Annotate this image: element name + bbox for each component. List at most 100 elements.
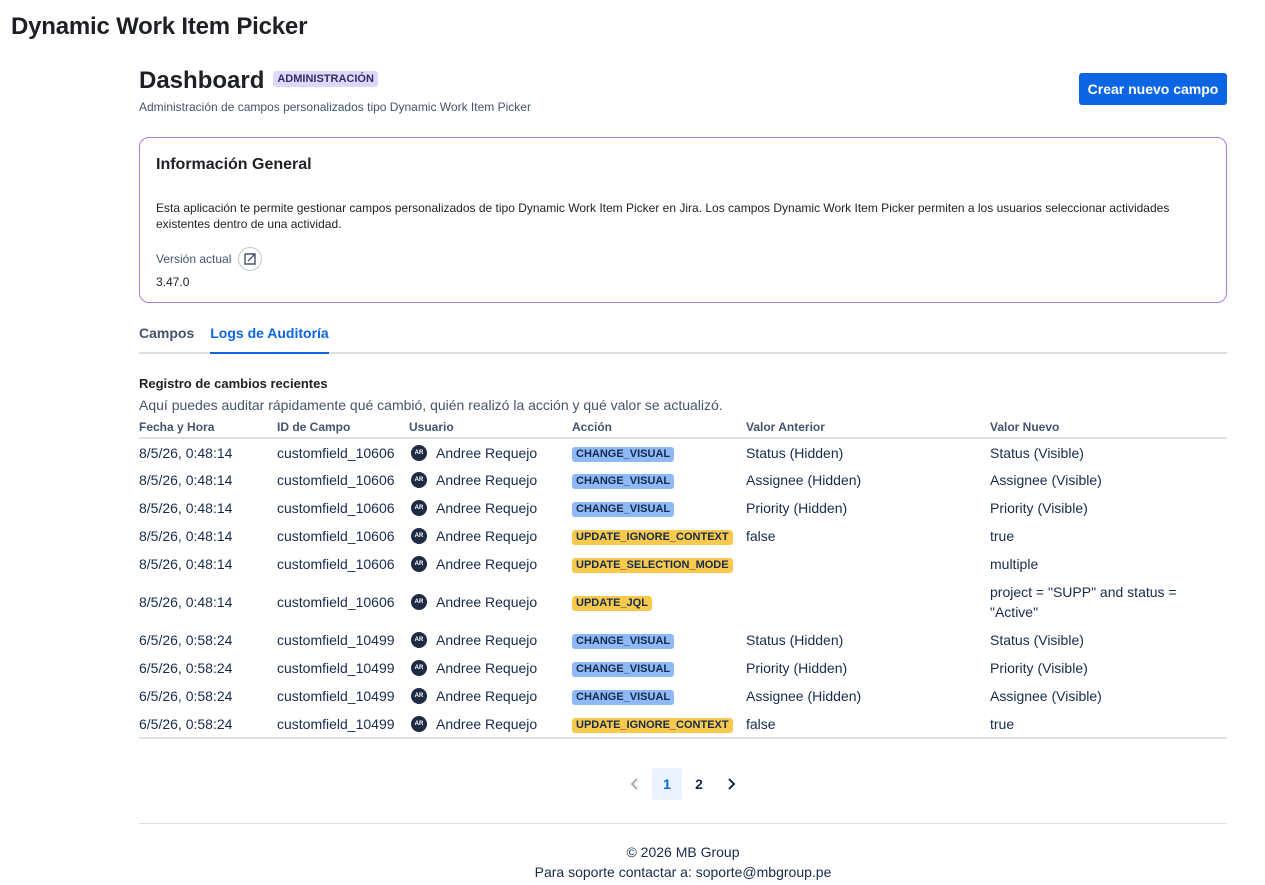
user-info: AR Andree Requejo xyxy=(409,660,572,676)
cell-date: 8/5/26, 0:48:14 xyxy=(139,444,233,461)
cell-user: AR Andree Requejo xyxy=(409,710,572,739)
cell-old-value: Priority (Hidden) xyxy=(746,660,848,676)
footer-copyright: © 2026 MB Group xyxy=(626,844,740,860)
column-header-old-value[interactable]: Valor Anterior xyxy=(746,416,990,439)
user-name: Andree Requejo xyxy=(436,556,538,572)
cell-field-id: customfield_10606 xyxy=(277,556,395,572)
cell-date: 8/5/26, 0:48:14 xyxy=(139,528,233,544)
cell-date: 8/5/26, 0:48:14 xyxy=(139,594,233,610)
cell-old-value: false xyxy=(746,710,990,739)
cell-user: AR Andree Requejo xyxy=(409,654,572,682)
user-info: AR Andree Requejo xyxy=(409,500,572,516)
admin-badge: ADMINISTRACIÓN xyxy=(273,71,378,87)
avatar: AR xyxy=(411,688,427,704)
action-badge: CHANGE_VISUAL xyxy=(572,634,675,649)
info-description: Esta aplicación te permite gestionar cam… xyxy=(156,201,1170,231)
user-info: AR Andree Requejo xyxy=(409,556,572,572)
user-info: AR Andree Requejo xyxy=(409,688,572,704)
cell-field-id: customfield_10499 xyxy=(277,688,395,704)
user-name: Andree Requejo xyxy=(436,632,538,648)
cell-new-value: Status (Visible) xyxy=(990,444,1084,461)
cell-date: 6/5/26, 0:58:24 xyxy=(139,632,233,648)
external-link-icon[interactable] xyxy=(238,247,263,271)
cell-new-value: Priority (Visible) xyxy=(990,660,1088,676)
action-badge: CHANGE_VISUAL xyxy=(572,446,675,462)
cell-field-id: customfield_10499 xyxy=(277,660,395,676)
page-1-button[interactable]: 1 xyxy=(652,768,682,800)
cell-action: CHANGE_VISUAL xyxy=(572,466,746,494)
footer-support: Para soporte contactar a: soporte@mbgrou… xyxy=(534,864,832,880)
user-info: AR Andree Requejo xyxy=(409,528,572,544)
cell-new-value: Priority (Visible) xyxy=(990,500,1088,516)
avatar: AR xyxy=(411,594,427,610)
table-row: 6/5/26, 0:58:24 customfield_10499 AR Andree… xyxy=(139,626,1227,654)
avatar: AR xyxy=(411,528,427,544)
column-header-new-value[interactable]: Valor Nuevo xyxy=(990,416,1227,439)
avatar: AR xyxy=(411,444,427,461)
action-badge: CHANGE_VISUAL xyxy=(572,474,675,489)
audit-description: Aquí puedes auditar rápidamente qué camb… xyxy=(139,397,723,413)
cell-field-id: customfield_10606 xyxy=(277,444,395,461)
column-header-user[interactable]: Usuario xyxy=(409,416,572,439)
previous-page-button[interactable] xyxy=(620,768,650,800)
general-info-card: Información General Esta aplicación te p… xyxy=(139,137,1227,303)
cell-field-id: customfield_10499 xyxy=(277,632,395,648)
table-row: 8/5/26, 0:48:14 customfield_10606 AR Andree… xyxy=(139,494,1227,522)
avatar: AR xyxy=(411,556,427,572)
action-badge: CHANGE_VISUAL xyxy=(572,662,675,677)
tab-campos[interactable]: Campos xyxy=(139,325,194,352)
cell-action: CHANGE_VISUAL xyxy=(572,654,746,682)
cell-user: AR Andree Requejo xyxy=(409,550,572,578)
user-name: Andree Requejo xyxy=(436,594,538,610)
create-field-button[interactable]: Crear nuevo campo xyxy=(1079,73,1227,105)
user-name: Andree Requejo xyxy=(436,660,538,676)
pagination: 1 2 xyxy=(139,768,1227,800)
column-header-date[interactable]: Fecha y Hora xyxy=(139,416,277,439)
avatar: AR xyxy=(411,632,427,648)
cell-action: CHANGE_VISUAL xyxy=(572,494,746,522)
audit-table-body: 8/5/26, 0:48:14 customfield_10606 AR Andree… xyxy=(139,438,1227,739)
table-row: 8/5/26, 0:48:14 customfield_10606 AR Andree… xyxy=(139,438,1227,466)
cell-action: CHANGE_VISUAL xyxy=(572,438,746,466)
cell-field-id: customfield_10606 xyxy=(277,594,395,610)
cell-old-value xyxy=(746,550,990,578)
cell-action: UPDATE_SELECTION_MODE xyxy=(572,550,746,578)
version-label: Versión actual xyxy=(156,252,232,266)
audit-title: Registro de cambios recientes xyxy=(139,376,328,391)
user-name: Andree Requejo xyxy=(436,444,538,461)
user-info: AR Andree Requejo xyxy=(409,594,572,610)
dashboard-header: Dashboard ADMINISTRACIÓN Administración … xyxy=(139,66,1227,126)
cell-user: AR Andree Requejo xyxy=(409,438,572,466)
action-badge: CHANGE_VISUAL xyxy=(572,690,675,705)
cell-field-id: customfield_10606 xyxy=(277,500,395,516)
table-row: 8/5/26, 0:48:14 customfield_10606 AR Andree… xyxy=(139,550,1227,578)
info-title: Información General xyxy=(156,156,312,173)
user-info: AR Andree Requejo xyxy=(409,444,572,461)
action-badge: UPDATE_IGNORE_CONTEXT xyxy=(572,717,733,733)
cell-date: 6/5/26, 0:58:24 xyxy=(139,710,277,739)
page-2-button[interactable]: 2 xyxy=(684,768,714,800)
column-header-field-id[interactable]: ID de Campo xyxy=(277,416,409,439)
cell-user: AR Andree Requejo xyxy=(409,682,572,710)
cell-action: CHANGE_VISUAL xyxy=(572,626,746,654)
avatar: AR xyxy=(411,472,427,488)
cell-old-value: Priority (Hidden) xyxy=(746,500,848,516)
cell-new-value: Status (Visible) xyxy=(990,632,1084,648)
cell-new-value: multiple xyxy=(990,556,1039,572)
footer: © 2026 MB Group Para soporte contactar a… xyxy=(139,823,1227,882)
cell-field-id: customfield_10499 xyxy=(277,710,409,739)
table-row: 8/5/26, 0:48:14 customfield_10606 AR Andree… xyxy=(139,522,1227,550)
column-header-action[interactable]: Acción xyxy=(572,416,746,439)
cell-date: 6/5/26, 0:58:24 xyxy=(139,660,233,676)
tab-audit-logs[interactable]: Logs de Auditoría xyxy=(210,325,329,354)
cell-date: 8/5/26, 0:48:14 xyxy=(139,556,233,572)
next-page-button[interactable] xyxy=(716,768,746,800)
user-name: Andree Requejo xyxy=(436,715,538,732)
cell-new-value: project = "SUPP" and status = "Active" xyxy=(990,584,1177,620)
action-badge: UPDATE_JQL xyxy=(572,596,652,611)
user-name: Andree Requejo xyxy=(436,472,538,488)
tab-list: Campos Logs de Auditoría xyxy=(139,325,1227,354)
chevron-left-icon xyxy=(630,778,638,790)
user-info: AR Andree Requejo xyxy=(409,632,572,648)
cell-action: UPDATE_JQL xyxy=(572,578,746,626)
